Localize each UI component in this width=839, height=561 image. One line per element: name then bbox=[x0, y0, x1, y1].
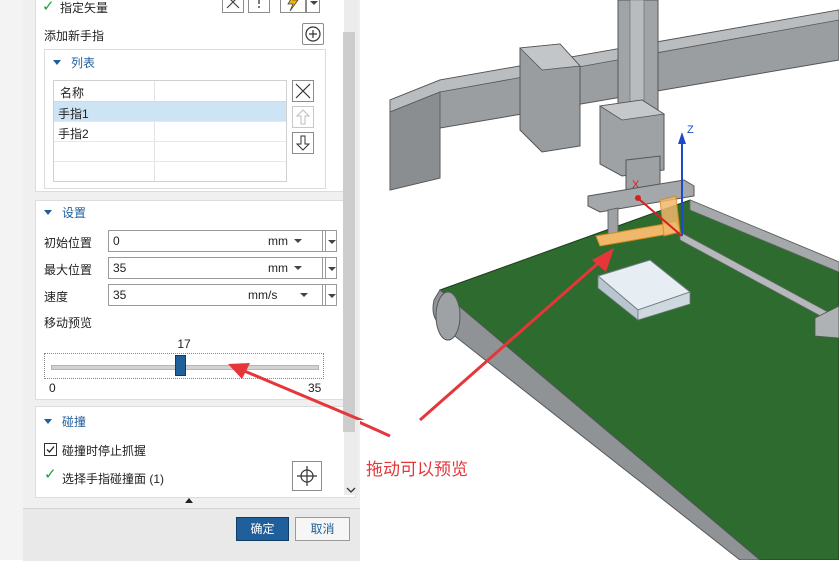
column-name: 名称 bbox=[60, 86, 85, 100]
axis-x-label: X bbox=[632, 179, 640, 191]
add-finger-button[interactable] bbox=[302, 23, 324, 45]
initial-position-menu[interactable] bbox=[325, 230, 337, 252]
stop-grip-checkbox[interactable] bbox=[44, 443, 57, 456]
fingers-section: ✓ 指定矢量 添加新手指 列表 名称 手指1 手指2 bbox=[35, 0, 356, 192]
annotation-arrow bbox=[228, 363, 365, 420]
max-position-unit-select[interactable]: mm bbox=[264, 257, 323, 279]
max-position-label: 最大位置 bbox=[44, 263, 93, 277]
delete-finger-button[interactable] bbox=[292, 80, 314, 102]
cancel-button[interactable]: 取消 bbox=[295, 517, 350, 541]
vector-lightning-icon[interactable] bbox=[280, 0, 306, 13]
finger-table: 名称 手指1 手指2 bbox=[53, 80, 287, 182]
check-icon: ✓ bbox=[44, 466, 57, 483]
list-header[interactable]: 列表 bbox=[53, 54, 95, 71]
ok-button[interactable]: 确定 bbox=[236, 517, 289, 541]
drag-preview-annotation: 拖动可以预览 bbox=[366, 460, 468, 479]
vector-label: 指定矢量 bbox=[60, 1, 109, 15]
table-row[interactable] bbox=[54, 162, 286, 181]
viewport-3d[interactable]: Z X 拖动可以预览 bbox=[360, 0, 839, 560]
finger-name: 手指1 bbox=[58, 107, 89, 121]
vector-dropdown[interactable] bbox=[306, 0, 320, 13]
select-face-label: 选择手指碰撞面 (1) bbox=[62, 472, 165, 486]
table-header-row: 名称 bbox=[54, 81, 286, 181]
finger-name: 手指2 bbox=[58, 127, 89, 141]
max-position-menu[interactable] bbox=[325, 257, 337, 279]
table-row[interactable]: 手指2 bbox=[54, 122, 286, 142]
initial-position-unit-select[interactable]: mm bbox=[264, 230, 323, 252]
add-finger-label: 添加新手指 bbox=[44, 29, 105, 43]
select-face-target-button[interactable] bbox=[292, 461, 322, 491]
slider-current-value: 17 bbox=[177, 337, 191, 351]
table-row[interactable] bbox=[54, 142, 286, 162]
speed-label: 速度 bbox=[44, 290, 69, 304]
vector-cross-icon[interactable] bbox=[222, 0, 244, 13]
move-down-button[interactable] bbox=[292, 132, 314, 154]
stop-grip-label: 碰撞时停止抓握 bbox=[62, 444, 147, 458]
move-up-button[interactable] bbox=[292, 106, 314, 128]
axis-z-label: Z bbox=[687, 124, 694, 136]
speed-unit-select[interactable]: mm/s bbox=[244, 284, 323, 306]
initial-position-label: 初始位置 bbox=[44, 236, 93, 250]
finger-list-box: 列表 名称 手指1 手指2 bbox=[44, 49, 326, 189]
collision-header[interactable]: 碰撞 bbox=[44, 413, 86, 430]
settings-header[interactable]: 设置 bbox=[44, 204, 86, 221]
speed-menu[interactable] bbox=[325, 284, 337, 306]
move-preview-label: 移动预览 bbox=[44, 316, 93, 330]
slider-thumb[interactable] bbox=[175, 355, 187, 376]
gripper-dialog: ✓ 指定矢量 添加新手指 列表 名称 手指1 手指2 设置 初始位置 0 mm … bbox=[23, 0, 360, 561]
scroll-down-icon[interactable] bbox=[346, 484, 356, 498]
left-strip bbox=[0, 0, 24, 560]
slider-min-label: 0 bbox=[49, 381, 56, 395]
check-icon: ✓ bbox=[42, 0, 55, 15]
table-row[interactable]: 手指1 bbox=[54, 102, 286, 122]
vector-options-icon[interactable] bbox=[248, 0, 270, 13]
expand-up-icon[interactable] bbox=[185, 498, 193, 503]
